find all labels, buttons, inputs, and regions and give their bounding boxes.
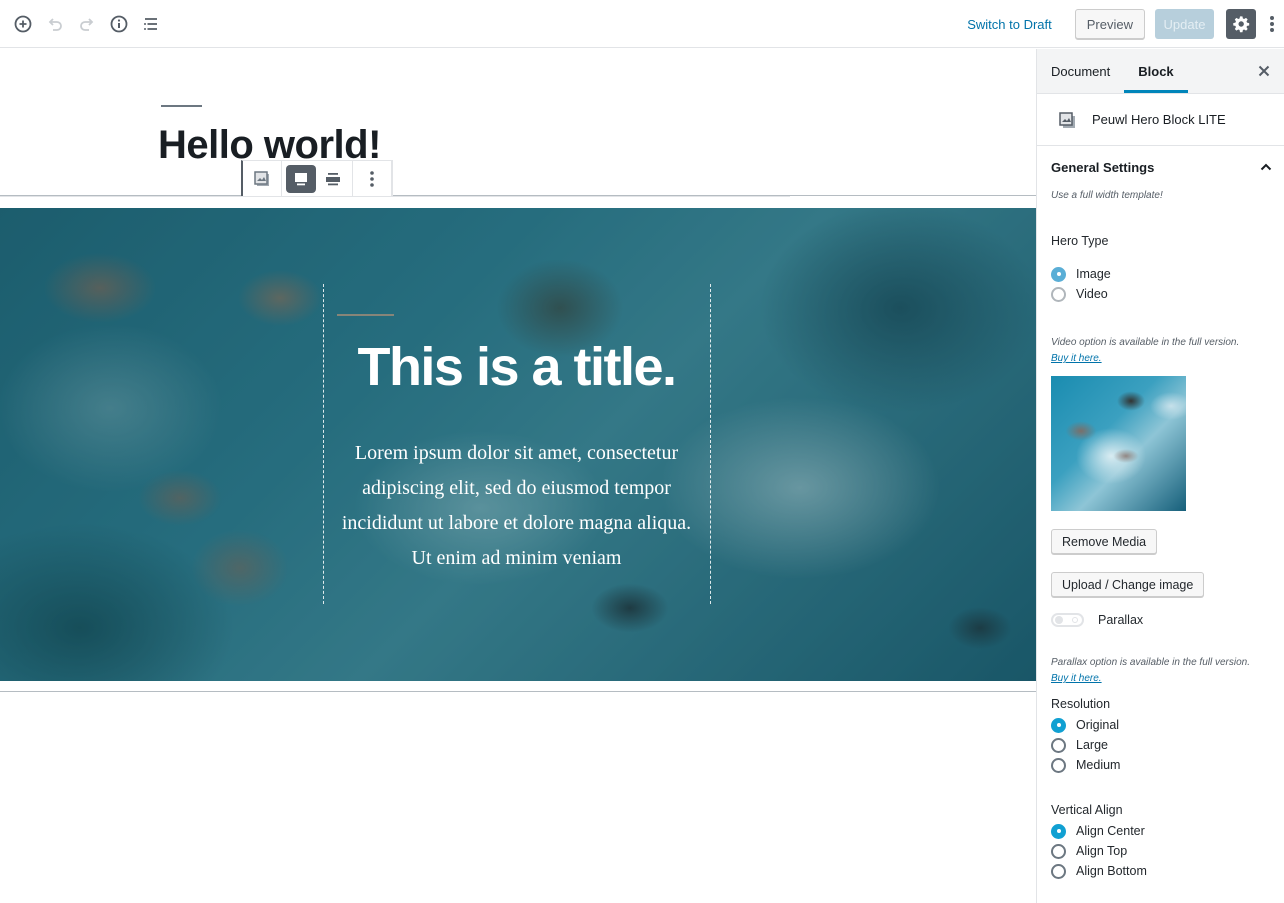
hero-title[interactable]: This is a title. [323,336,710,398]
block-card: Peuwl Hero Block LITE [1037,94,1284,146]
radio-label: Large [1076,738,1108,752]
align-full-icon [326,172,340,185]
full-width-note: Use a full width template! [1051,190,1163,201]
block-switcher-group [243,161,282,196]
editor-canvas: Hello world! This is a title. Lorem ipsu… [0,49,1036,903]
parallax-note: Parallax option is available in the full… [1051,657,1250,668]
hero-type-radio-group: Image Video [1051,264,1270,304]
content-guide-right [710,284,711,604]
block-toolbar [241,160,393,196]
sidebar-tabs: Document Block [1037,49,1284,94]
vertical-ellipsis-icon [1270,16,1274,32]
editor-header: Switch to Draft Preview Update [0,0,1284,48]
preview-button[interactable]: Preview [1074,9,1145,39]
radio-label: Align Center [1076,824,1145,838]
header-toolbar [0,12,171,36]
parallax-label: Parallax [1098,613,1144,627]
chevron-up-icon [1260,163,1272,171]
more-options-group [353,161,392,196]
hero-type-label: Hero Type [1051,234,1109,248]
radio-label: Image [1076,267,1111,281]
switch-to-draft-button[interactable]: Switch to Draft [967,17,1052,32]
radio-align-top[interactable] [1051,843,1066,859]
more-menu-button[interactable] [1264,9,1280,39]
remove-media-button[interactable]: Remove Media [1051,529,1158,554]
title-separator [161,105,202,107]
buy-link-parallax[interactable]: Buy it here. [1051,673,1270,684]
update-button[interactable]: Update [1155,9,1214,39]
radio-large[interactable] [1051,737,1066,753]
general-settings-toggle[interactable]: General Settings [1037,146,1284,188]
block-outline-top-inner [0,196,790,197]
hero-separator [337,314,394,316]
general-settings-panel: Use a full width template! Hero Type Ima… [1037,190,1284,881]
buy-link-video[interactable]: Buy it here. [1051,353,1270,364]
block-type-icon [254,170,269,186]
upload-change-wrap: Upload / Change image [1051,572,1270,597]
more-options-button[interactable] [357,165,387,193]
radio-label: Align Top [1076,844,1128,858]
content-guide-left [323,284,324,604]
hero-block[interactable]: This is a title. Lorem ipsum dolor sit a… [0,208,1036,681]
align-full-button[interactable] [318,165,348,193]
align-wide-icon [295,172,307,185]
info-icon[interactable] [107,12,131,36]
radio-image[interactable] [1051,266,1066,282]
valign-option-bottom[interactable]: Align Bottom [1051,861,1270,881]
settings-button[interactable] [1226,9,1256,39]
panel-title: General Settings [1051,159,1155,175]
outline-icon[interactable] [139,12,163,36]
radio-label: Align Bottom [1076,864,1147,878]
hero-type-option-image[interactable]: Image [1051,264,1270,284]
radio-align-bottom[interactable] [1051,863,1066,879]
block-name: Peuwl Hero Block LITE [1092,112,1226,127]
undo-icon[interactable] [43,12,67,36]
alignment-group [282,161,353,196]
video-note: Video option is available in the full ve… [1051,337,1240,348]
radio-align-center[interactable] [1051,823,1066,839]
hero-text[interactable]: Lorem ipsum dolor sit amet, consectetur … [330,436,703,576]
radio-video[interactable] [1051,286,1066,302]
block-type-button[interactable] [247,165,277,193]
valign-option-center[interactable]: Align Center [1051,821,1270,841]
close-icon [1258,65,1270,77]
radio-original[interactable] [1051,717,1066,733]
radio-label: Video [1076,287,1108,301]
settings-sidebar: Document Block Peuwl Hero Block LITE Gen… [1036,49,1284,903]
upload-change-image-button[interactable]: Upload / Change image [1051,572,1205,597]
media-thumbnail[interactable] [1051,376,1186,511]
block-icon [1059,111,1075,128]
tab-document[interactable]: Document [1037,49,1124,93]
radio-label: Original [1076,718,1120,732]
tab-block[interactable]: Block [1124,49,1188,93]
add-block-icon[interactable] [11,12,35,36]
parallax-row: Parallax [1051,613,1270,627]
hero-type-option-video[interactable]: Video [1051,284,1270,304]
radio-label: Medium [1076,758,1121,772]
remove-media-wrap: Remove Media [1051,529,1270,554]
resolution-label: Resolution [1051,697,1111,711]
parallax-toggle[interactable] [1051,613,1084,627]
header-settings: Switch to Draft Preview Update [967,0,1284,48]
resolution-radio-group: Original Large Medium [1051,715,1270,775]
vertical-align-label: Vertical Align [1051,803,1123,817]
align-wide-button[interactable] [286,164,316,193]
resolution-option-medium[interactable]: Medium [1051,755,1270,775]
block-outline-bottom [0,691,1036,692]
radio-medium[interactable] [1051,757,1066,773]
redo-icon[interactable] [75,12,99,36]
valign-option-top[interactable]: Align Top [1051,841,1270,861]
more-options-icon [370,170,374,187]
gear-icon [1233,16,1250,33]
resolution-option-large[interactable]: Large [1051,735,1270,755]
vertical-align-radio-group: Align Center Align Top Align Bottom [1051,821,1270,881]
resolution-option-original[interactable]: Original [1051,715,1270,735]
close-sidebar-button[interactable] [1254,61,1274,81]
